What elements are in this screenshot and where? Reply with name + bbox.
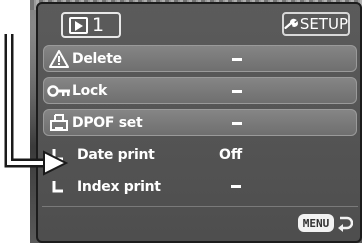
footer-divider xyxy=(42,206,358,207)
menu-item-label: DPOF set xyxy=(72,114,143,131)
tab-setup[interactable]: SETUP xyxy=(282,12,350,36)
menu-button[interactable]: MENU xyxy=(298,214,334,232)
tab-number: 1 xyxy=(92,13,105,36)
value-placeholder-dash xyxy=(231,185,241,188)
wrench-icon xyxy=(284,18,298,29)
menu-item-label: Date print xyxy=(77,146,155,163)
margin-area xyxy=(0,0,30,243)
menu-item-index-print[interactable]: Index print xyxy=(43,173,357,200)
menu-item-dpof-set[interactable]: DPOF set xyxy=(43,109,357,136)
sub-item-bracket-icon xyxy=(45,144,71,166)
menu-item-lock[interactable]: Lock xyxy=(43,77,357,104)
print-icon xyxy=(46,112,72,134)
value-placeholder-dash xyxy=(232,58,242,61)
menu-item-date-print[interactable]: Date print Off xyxy=(43,141,357,168)
back-arrow-icon xyxy=(338,216,353,232)
menu-item-label: Lock xyxy=(72,82,107,99)
menu-item-label: Delete xyxy=(72,50,122,67)
warning-triangle-icon xyxy=(46,48,72,70)
sub-item-bracket-icon xyxy=(45,176,71,198)
setup-label: SETUP xyxy=(299,15,348,33)
menu-item-delete[interactable]: Delete xyxy=(43,45,357,72)
playback-menu-panel: 1 SETUP Delete Lock DPOF set Date print … xyxy=(36,2,362,243)
value-placeholder-dash xyxy=(232,90,242,93)
menu-item-label: Index print xyxy=(77,178,161,195)
menu-item-value: Off xyxy=(219,146,243,163)
value-placeholder-dash xyxy=(232,122,242,125)
playback-icon xyxy=(69,16,88,34)
key-icon xyxy=(46,80,72,102)
tab-playback-1[interactable]: 1 xyxy=(61,12,121,38)
